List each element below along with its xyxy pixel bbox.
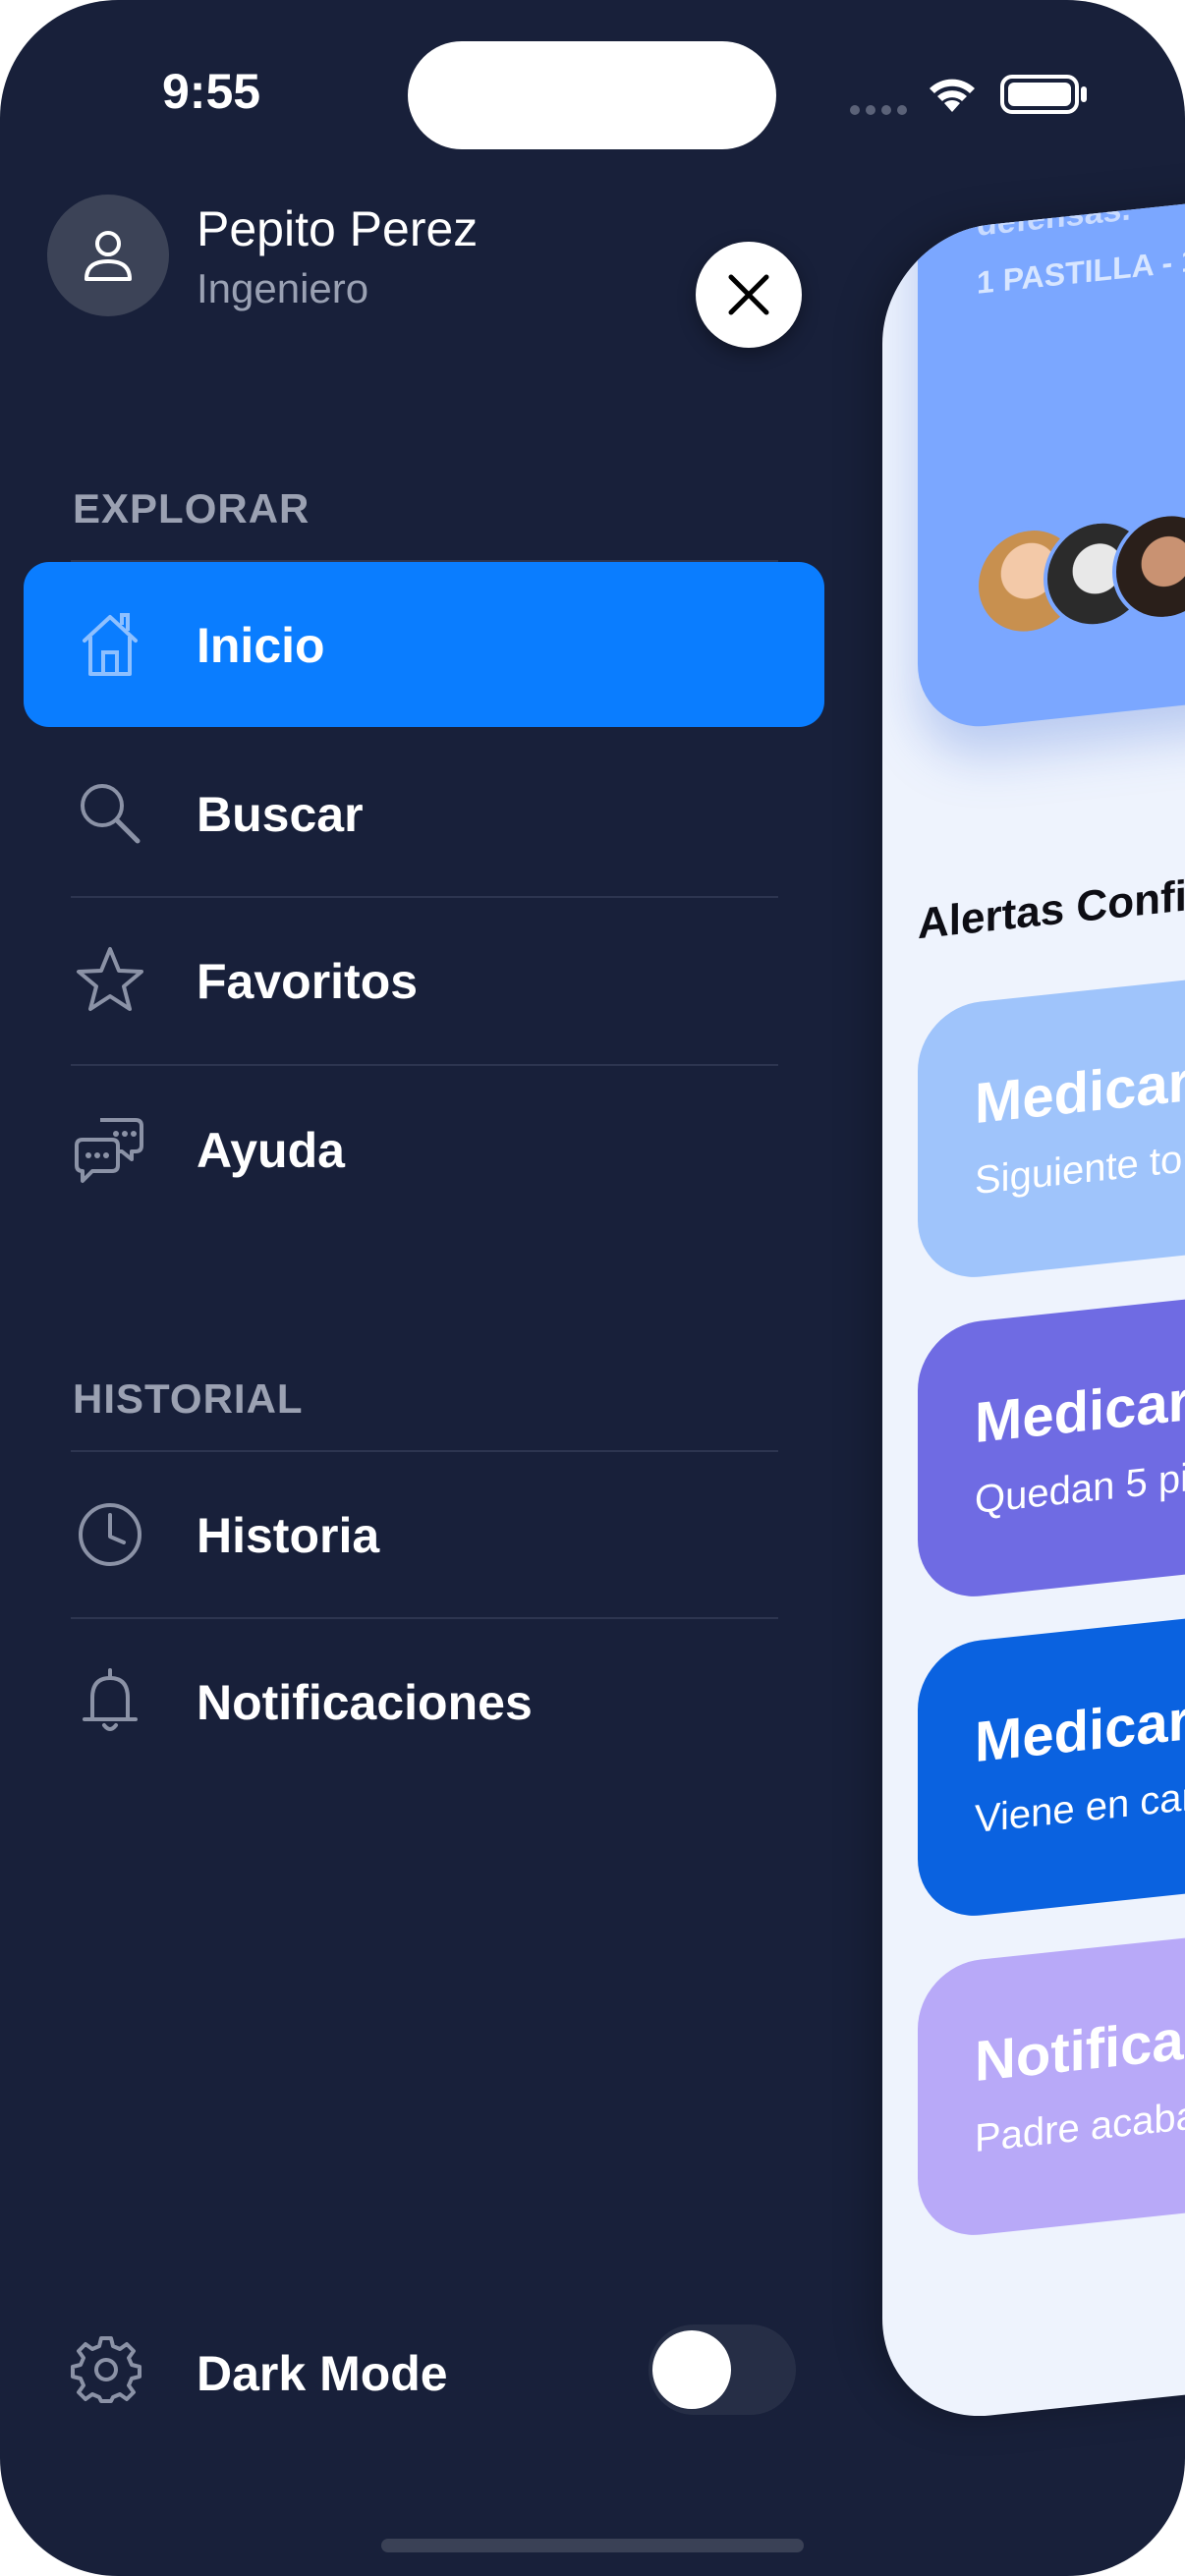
wifi-icon bbox=[926, 73, 979, 117]
battery-icon bbox=[1000, 75, 1079, 114]
section-title-history: HISTORIAL bbox=[73, 1375, 304, 1422]
alert-card[interactable]: Notificac Padre acaba bbox=[918, 1923, 1185, 2242]
profile-avatar[interactable] bbox=[47, 195, 169, 316]
alert-subtitle: Viene en can bbox=[975, 1773, 1185, 1842]
alert-title: Medicar bbox=[975, 1049, 1185, 1137]
bell-icon bbox=[83, 1668, 138, 1731]
menu-item-favorites[interactable]: Favoritos bbox=[24, 898, 824, 1063]
menu-item-label: Inicio bbox=[197, 618, 325, 673]
alert-card[interactable]: Medicar Quedan 5 pil bbox=[918, 1284, 1185, 1603]
menu-item-help[interactable]: Ayuda bbox=[24, 1067, 824, 1232]
profile-role: Ingeniero bbox=[197, 265, 369, 311]
alert-subtitle: Padre acaba bbox=[975, 2094, 1185, 2161]
background-app-panel[interactable]: defensas. 1 PASTILLA - 15 S Alertas Conf… bbox=[882, 194, 1185, 2428]
alert-card[interactable]: Medicar Siguiente tor bbox=[918, 965, 1185, 1284]
menu-item-label: Ayuda bbox=[197, 1123, 345, 1178]
alerts-section-title: Alertas Confi bbox=[918, 871, 1185, 949]
menu-item-notifications[interactable]: Notificaciones bbox=[24, 1619, 824, 1784]
dark-mode-label: Dark Mode bbox=[197, 2346, 448, 2401]
menu-item-home[interactable]: Inicio bbox=[24, 562, 824, 727]
home-indicator[interactable] bbox=[381, 2539, 804, 2552]
alert-title: Notificac bbox=[975, 2004, 1185, 2095]
section-title-explore: EXPLORAR bbox=[73, 485, 310, 532]
menu-item-label: Historia bbox=[197, 1508, 380, 1563]
dynamic-island bbox=[408, 41, 776, 149]
alert-subtitle: Quedan 5 pil bbox=[975, 1455, 1185, 1523]
menu-item-label: Favoritos bbox=[197, 954, 419, 1009]
menu-item-history[interactable]: Historia bbox=[24, 1452, 824, 1617]
close-icon bbox=[728, 274, 769, 315]
featured-card-dose: 1 PASTILLA - 15 S bbox=[977, 237, 1185, 301]
home-icon bbox=[83, 613, 138, 676]
user-icon bbox=[85, 231, 132, 281]
status-time: 9:55 bbox=[162, 64, 261, 119]
featured-card-text: defensas. bbox=[977, 194, 1131, 244]
alert-title: Medicar bbox=[975, 1688, 1185, 1775]
battery-cap bbox=[1081, 86, 1087, 102]
search-icon bbox=[81, 784, 141, 844]
menu-item-label: Notificaciones bbox=[197, 1675, 533, 1730]
star-icon bbox=[77, 947, 143, 1011]
dark-mode-toggle[interactable] bbox=[649, 2324, 796, 2415]
alert-title: Medicar bbox=[975, 1369, 1185, 1456]
menu-item-search[interactable]: Buscar bbox=[24, 731, 824, 896]
clock-icon bbox=[79, 1503, 141, 1566]
menu-item-label: Buscar bbox=[197, 787, 364, 842]
chat-bubbles-icon bbox=[75, 1118, 143, 1183]
close-menu-button[interactable] bbox=[696, 242, 802, 348]
cellular-signal-icon bbox=[850, 102, 913, 120]
toggle-knob[interactable] bbox=[652, 2330, 731, 2409]
alert-subtitle: Siguiente tor bbox=[975, 1136, 1185, 1204]
phone-screen: defensas. 1 PASTILLA - 15 S Alertas Conf… bbox=[0, 0, 1185, 2576]
featured-card[interactable]: defensas. 1 PASTILLA - 15 S bbox=[918, 194, 1185, 734]
gear-icon bbox=[71, 2336, 141, 2403]
profile-name: Pepito Perez bbox=[197, 201, 479, 256]
alert-card[interactable]: Medicar Viene en can bbox=[918, 1603, 1185, 1923]
divider bbox=[71, 1064, 778, 1066]
